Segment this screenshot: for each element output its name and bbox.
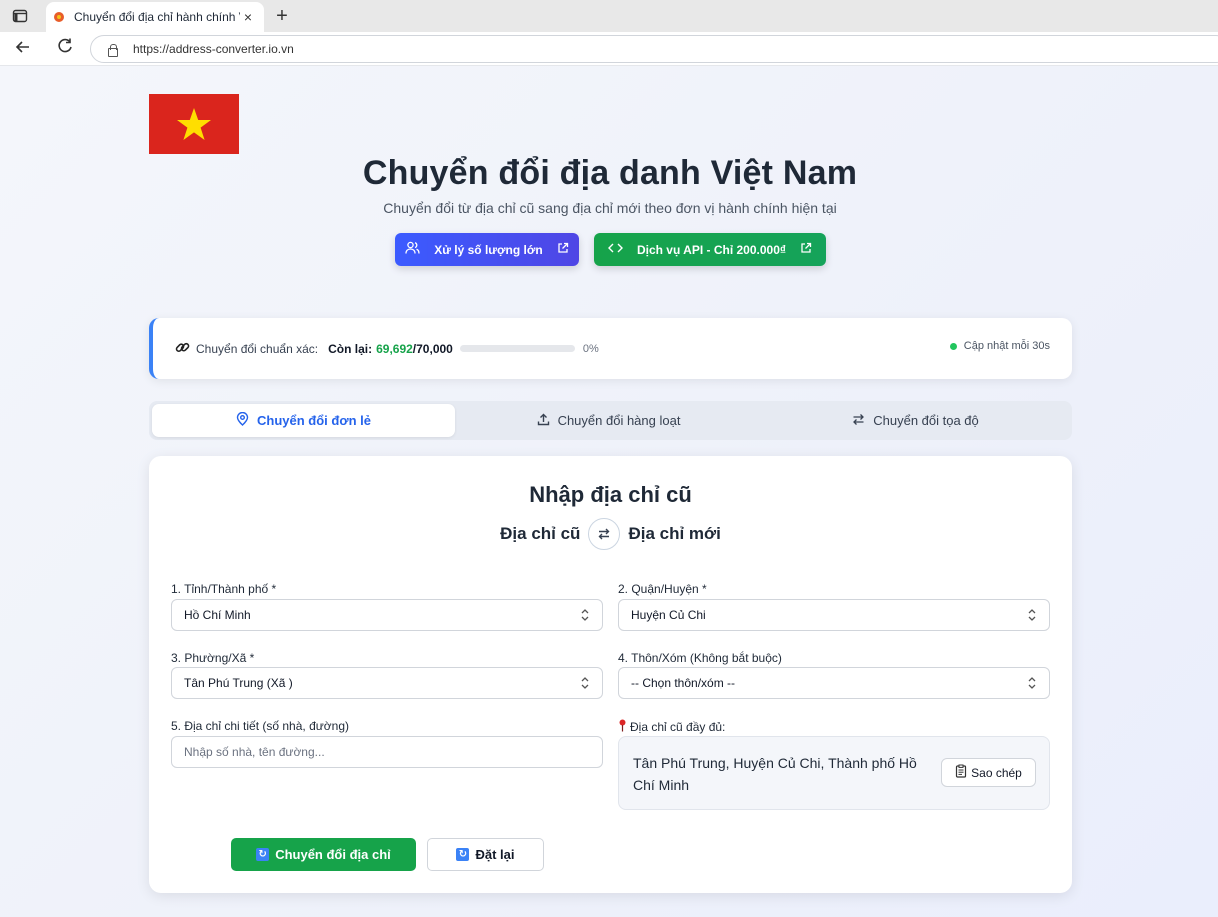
bulk-processing-button[interactable]: Xử lý số lượng lớn xyxy=(395,233,579,266)
province-label: 1. Tỉnh/Thành phố * xyxy=(171,582,277,596)
copy-button[interactable]: Sao chép xyxy=(941,758,1036,787)
full-address-heading: Địa chỉ cũ đầy đủ: xyxy=(618,719,725,735)
swap-direction-button[interactable] xyxy=(588,518,621,550)
converter-form-card: Nhập địa chỉ cũ Địa chỉ cũ Địa chỉ mới 1… xyxy=(149,456,1072,893)
url-text: https://address-converter.io.vn xyxy=(133,42,294,56)
tab-close-icon[interactable]: × xyxy=(240,9,256,25)
mode-tabs: Chuyển đổi đơn lẻ Chuyển đổi hàng loạt C… xyxy=(149,401,1072,440)
select-chevron-icon xyxy=(1027,676,1037,690)
tab-coordinate-label: Chuyển đổi tọa độ xyxy=(873,413,979,428)
browser-tabbar: Chuyển đổi địa chỉ hành chính Việ × + xyxy=(0,0,1218,32)
tab-bulk-label: Chuyển đổi hàng loạt xyxy=(557,413,681,428)
form-heading: Nhập địa chỉ cũ xyxy=(529,482,692,507)
url-field[interactable]: https://address-converter.io.vn xyxy=(90,35,1218,63)
detail-address-input[interactable] xyxy=(171,736,603,768)
upload-icon xyxy=(537,413,550,429)
tab-sidebar-icon[interactable] xyxy=(12,8,28,24)
province-value: Hồ Chí Minh xyxy=(184,608,251,622)
map-pin-icon xyxy=(236,411,249,429)
district-label: 2. Quận/Huyện * xyxy=(618,582,707,596)
api-service-button[interactable]: Dịch vụ API - Chỉ 200.000₫ xyxy=(594,233,826,266)
address-bar: https://address-converter.io.vn xyxy=(0,32,1218,66)
tab-coordinate-convert[interactable]: Chuyển đổi tọa độ xyxy=(762,404,1069,437)
clipboard-icon xyxy=(955,764,967,781)
reset-label: Đặt lại xyxy=(475,847,515,862)
refresh-icon: ↻ xyxy=(256,848,270,861)
detail-address-label: 5. Địa chỉ chi tiết (số nhà, đường) xyxy=(171,719,349,733)
province-select[interactable]: Hồ Chí Minh xyxy=(171,599,603,631)
hamlet-value: -- Chọn thôn/xóm -- xyxy=(631,676,736,690)
full-address-value: Tân Phú Trung, Huyện Củ Chi, Thành phố H… xyxy=(633,755,917,793)
reload-icon[interactable] xyxy=(56,37,74,60)
page-title: Chuyển đổi địa danh Việt Nam xyxy=(362,154,858,192)
stats-label: Chuyển đổi chuẩn xác: xyxy=(196,341,319,356)
convert-address-button[interactable]: ↻ Chuyển đổi địa chỉ xyxy=(231,838,416,871)
update-indicator: Cập nhật mỗi 30s xyxy=(949,340,1050,352)
district-value: Huyện Củ Chi xyxy=(631,608,706,622)
external-link-icon xyxy=(557,242,569,257)
reset-button[interactable]: ↻ Đặt lại xyxy=(427,838,544,871)
usage-percent: 0% xyxy=(582,342,599,355)
tab-single-convert[interactable]: Chuyển đổi đơn lẻ xyxy=(152,404,455,437)
usage-progress-bar xyxy=(459,345,575,352)
remaining-count: 69,692 xyxy=(376,341,413,356)
ward-select[interactable]: Tân Phú Trung (Xã ) xyxy=(171,667,603,699)
update-note: Cập nhật mỗi 30s xyxy=(963,340,1050,352)
convert-label: Chuyển đổi địa chỉ xyxy=(275,847,391,862)
pushpin-icon xyxy=(618,719,627,735)
new-tab-button[interactable]: + xyxy=(272,3,292,29)
page-subtitle: Chuyển đổi từ địa chỉ cũ sang địa chỉ mớ… xyxy=(383,200,837,216)
new-address-label: Địa chỉ mới xyxy=(628,524,721,543)
usage-stats-card: Chuyển đổi chuẩn xác: Còn lại: 69,692 /7… xyxy=(149,318,1072,379)
tab-title: Chuyển đổi địa chỉ hành chính Việ xyxy=(74,10,240,24)
tab-single-label: Chuyển đổi đơn lẻ xyxy=(257,413,371,428)
tab-bulk-convert[interactable]: Chuyển đổi hàng loạt xyxy=(455,404,762,437)
page: Chuyển đổi địa danh Việt Nam Chuyển đổi … xyxy=(0,66,1218,917)
back-arrow-icon[interactable] xyxy=(14,38,32,61)
browser-tab[interactable]: Chuyển đổi địa chỉ hành chính Việ × xyxy=(46,2,264,32)
users-icon xyxy=(405,241,420,258)
site-favicon-icon xyxy=(54,12,64,22)
lock-icon xyxy=(107,43,118,57)
total-count: /70,000 xyxy=(412,341,453,356)
api-service-label: Dịch vụ API - Chỉ 200.000₫ xyxy=(636,242,787,257)
full-address-label: Địa chỉ cũ đầy đủ: xyxy=(630,720,726,734)
select-chevron-icon xyxy=(580,676,590,690)
swap-icon xyxy=(852,413,865,429)
direction-toggle: Địa chỉ cũ Địa chỉ mới xyxy=(149,518,1072,550)
bulk-processing-label: Xử lý số lượng lớn xyxy=(434,242,543,257)
select-chevron-icon xyxy=(580,608,590,622)
full-address-box: Tân Phú Trung, Huyện Củ Chi, Thành phố H… xyxy=(618,736,1050,810)
remaining-label: Còn lại: xyxy=(328,341,373,356)
ward-value: Tân Phú Trung (Xã ) xyxy=(184,676,293,690)
select-chevron-icon xyxy=(1027,608,1037,622)
district-select[interactable]: Huyện Củ Chi xyxy=(618,599,1050,631)
hamlet-label: 4. Thôn/Xóm (Không bắt buộc) xyxy=(618,651,782,665)
code-icon xyxy=(607,242,623,257)
copy-label: Sao chép xyxy=(971,765,1022,780)
hamlet-select[interactable]: -- Chọn thôn/xóm -- xyxy=(618,667,1050,699)
live-status-dot xyxy=(949,342,957,350)
refresh-icon: ↻ xyxy=(456,848,470,861)
external-link-icon xyxy=(800,242,812,257)
vietnam-flag-icon xyxy=(149,94,239,154)
old-address-label: Địa chỉ cũ xyxy=(500,524,581,543)
ward-label: 3. Phường/Xã * xyxy=(171,651,255,665)
chain-link-icon xyxy=(175,340,190,358)
